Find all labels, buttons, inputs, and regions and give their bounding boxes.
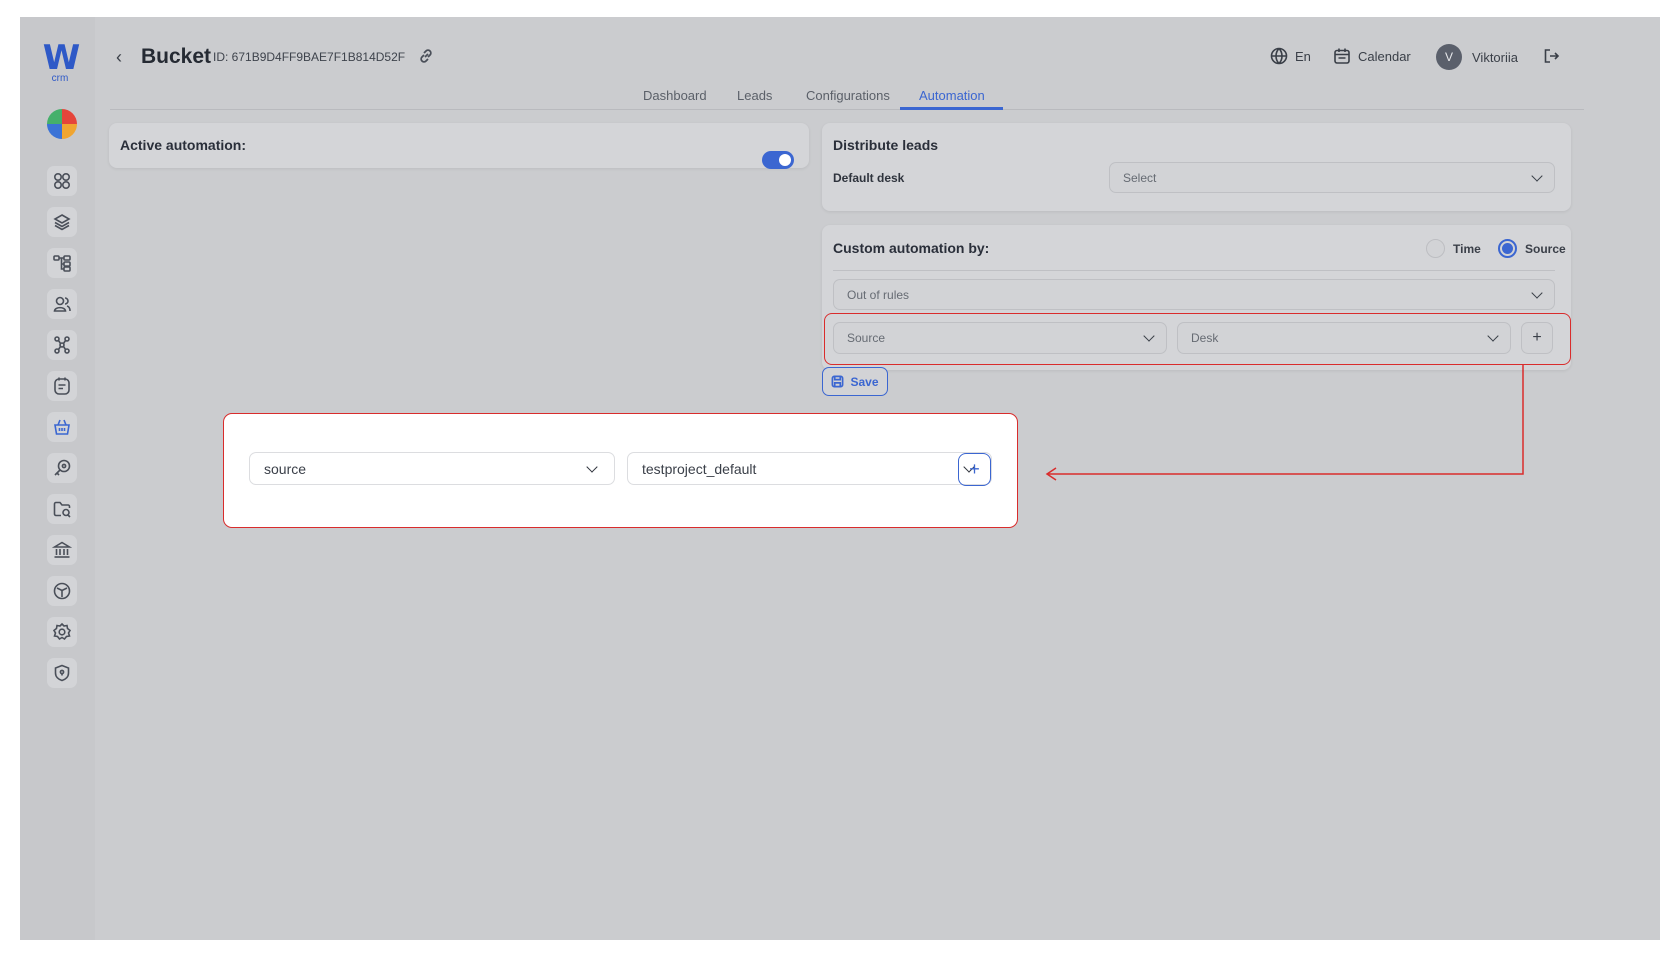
default-desk-label: Default desk <box>833 171 905 185</box>
calendar-button[interactable]: Calendar <box>1333 47 1411 65</box>
users-icon[interactable] <box>47 289 77 319</box>
copy-link-icon[interactable] <box>418 48 434 64</box>
chevron-down-icon <box>1531 286 1543 299</box>
radio-source-label: Source <box>1525 242 1566 256</box>
app-screen: W crm ‹ Bucket ID: 671B9D4FF9BAE7F1B814D… <box>20 17 1660 940</box>
gear-icon[interactable] <box>47 617 77 647</box>
network-icon[interactable] <box>47 330 77 360</box>
layers-icon[interactable] <box>47 207 77 237</box>
tab-dashboard[interactable]: Dashboard <box>643 88 707 103</box>
basket-icon[interactable] <box>47 412 77 442</box>
zoom-desk-select[interactable]: testproject_default <box>627 452 992 485</box>
active-automation-label: Active automation: <box>120 137 247 153</box>
zoom-desk-value: testproject_default <box>642 460 757 477</box>
default-desk-select[interactable]: Select <box>1109 162 1555 193</box>
rule-source-placeholder: Source <box>847 331 886 345</box>
logout-button[interactable] <box>1542 47 1567 65</box>
tab-configurations[interactable]: Configurations <box>806 88 890 103</box>
zoomed-rule-row: source testproject_default + <box>223 413 1018 528</box>
out-of-rules-placeholder: Out of rules <box>847 287 910 302</box>
radio-time[interactable] <box>1426 239 1445 258</box>
calendar-icon <box>1334 48 1350 64</box>
avatar: V <box>1436 44 1462 70</box>
tab-leads[interactable]: Leads <box>737 88 772 103</box>
zoom-add-rule-button[interactable]: + <box>958 453 991 486</box>
chevron-down-icon <box>586 460 598 473</box>
radio-source[interactable] <box>1498 239 1517 258</box>
chevron-down-icon <box>1143 330 1155 342</box>
out-of-rules-select[interactable]: Out of rules <box>833 279 1555 310</box>
tab-automation[interactable]: Automation <box>919 88 985 103</box>
language-label: En <box>1295 48 1311 64</box>
default-desk-placeholder: Select <box>1123 170 1157 185</box>
language-switcher[interactable]: En <box>1270 47 1311 65</box>
logout-icon <box>1544 49 1560 63</box>
bank-icon[interactable] <box>47 535 77 565</box>
sidebar: W crm <box>20 17 95 940</box>
calendar-label: Calendar <box>1358 48 1411 64</box>
rule-desk-select[interactable]: Desk <box>1177 322 1511 354</box>
shield-icon[interactable] <box>47 658 77 688</box>
key-search-icon[interactable] <box>47 453 77 483</box>
distribute-leads-title: Distribute leads <box>833 137 939 153</box>
save-icon <box>832 375 844 388</box>
folder-icon[interactable] <box>47 494 77 524</box>
cube-icon[interactable] <box>47 576 77 606</box>
color-wheel-icon[interactable] <box>47 109 77 139</box>
save-label: Save <box>850 374 879 389</box>
hierarchy-icon[interactable] <box>47 248 77 278</box>
chevron-down-icon <box>1531 169 1543 182</box>
zoom-source-value: source <box>264 460 307 477</box>
page-title: Bucket <box>141 45 212 68</box>
add-rule-button[interactable]: + <box>1521 322 1553 354</box>
rule-desk-placeholder: Desk <box>1191 331 1219 345</box>
tabs-divider <box>110 109 1584 110</box>
chevron-down-icon <box>1487 330 1499 342</box>
wcrm-logo[interactable]: W crm <box>42 41 81 84</box>
back-arrow-icon[interactable]: ‹ <box>116 47 122 68</box>
user-name: Viktoriia <box>1472 49 1519 65</box>
user-menu[interactable]: V Viktoriia <box>1436 44 1518 70</box>
custom-automation-title: Custom automation by: <box>833 240 990 256</box>
notes-icon[interactable] <box>47 371 77 401</box>
globe-icon <box>1270 47 1288 65</box>
active-automation-toggle[interactable] <box>762 151 794 169</box>
bucket-id: ID: 671B9D4FF9BAE7F1B814D52F <box>213 50 406 64</box>
zoom-source-select[interactable]: source <box>249 452 615 485</box>
grid-icon[interactable] <box>47 166 77 196</box>
active-tab-indicator <box>900 107 1003 110</box>
rule-source-select[interactable]: Source <box>833 322 1167 354</box>
radio-time-label: Time <box>1453 242 1481 256</box>
custom-automation-divider <box>833 270 1555 271</box>
save-button[interactable]: Save <box>822 367 888 396</box>
